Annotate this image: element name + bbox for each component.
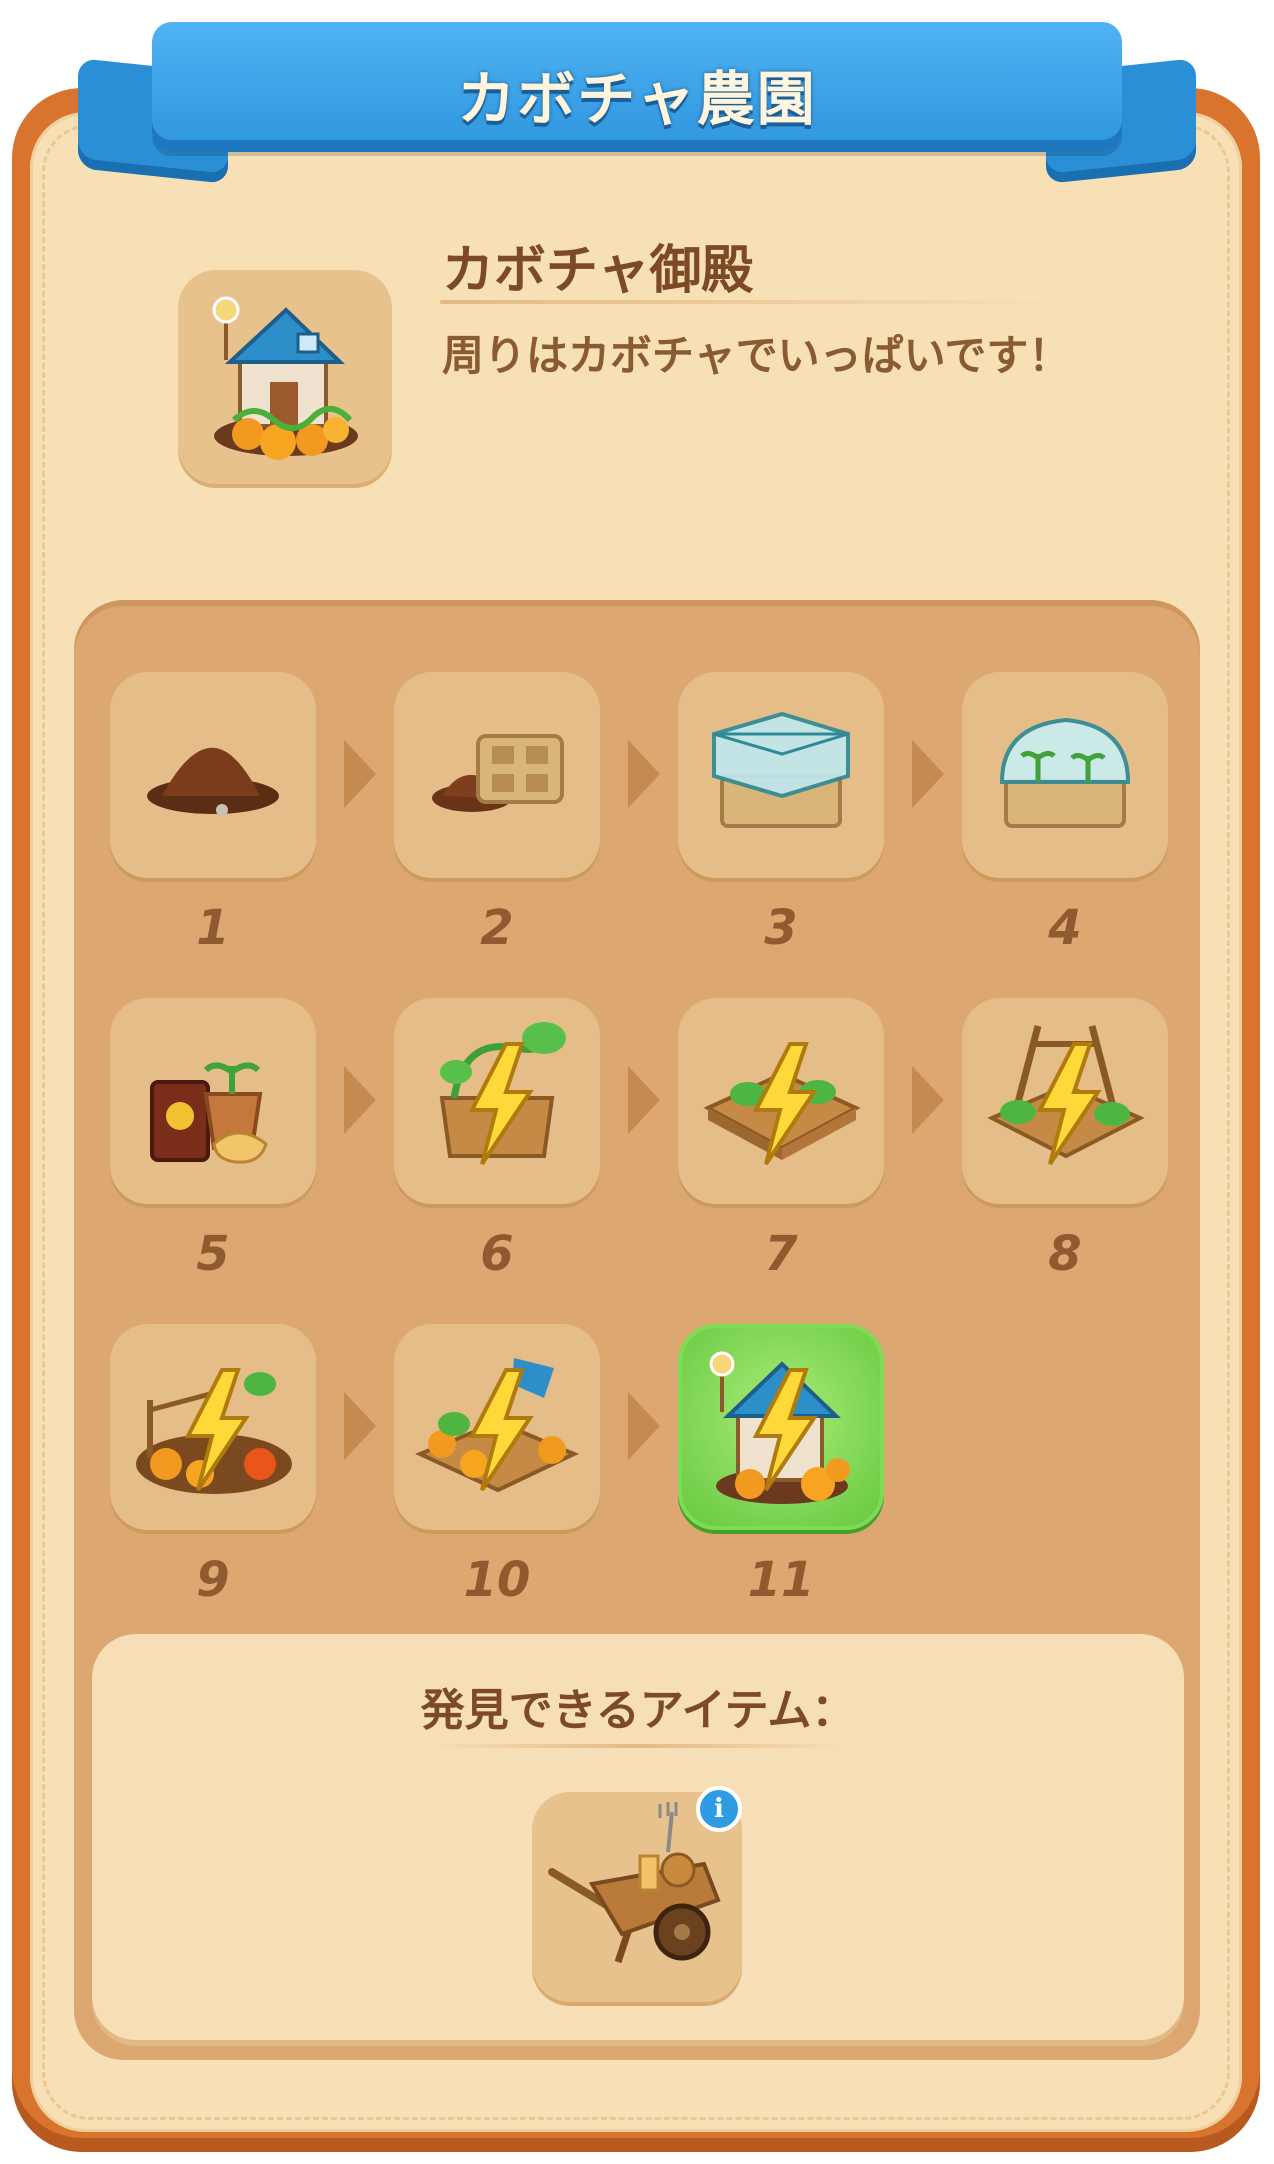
chain-step-9[interactable] xyxy=(110,1324,316,1530)
large-pumpkin-patch-icon xyxy=(414,1358,579,1493)
dirt-pile-icon xyxy=(147,747,279,816)
pumpkin-mansion-icon xyxy=(709,1351,850,1504)
chain-step-7[interactable] xyxy=(678,998,884,1204)
vine-planter-icon xyxy=(439,1022,566,1166)
info-icon[interactable]: i xyxy=(696,1786,742,1832)
chain-step-4[interactable] xyxy=(962,672,1168,878)
featured-item-description: 周りはカボチャでいっぱいです！ xyxy=(442,331,1071,380)
glass-planter-icon xyxy=(712,711,850,828)
trellis-bed-icon xyxy=(987,1025,1145,1166)
step-number: 5 xyxy=(196,1226,230,1282)
seed-bag-pot-icon xyxy=(150,1062,268,1164)
chain-arrow xyxy=(628,1392,660,1460)
pumpkin-mansion-icon xyxy=(212,296,358,460)
chain-arrow xyxy=(628,1066,660,1134)
discoverable-items-panel: 発見できるアイテム： i xyxy=(92,1634,1184,2040)
seed-tray-icon xyxy=(432,734,564,812)
chain-step-5[interactable] xyxy=(110,998,316,1204)
pumpkin-bed-icon xyxy=(703,1042,861,1166)
step-number: 4 xyxy=(1048,900,1082,956)
chain-arrow xyxy=(344,1066,376,1134)
featured-item-name: カボチャ御殿 xyxy=(442,241,754,301)
chain-step-3[interactable] xyxy=(678,672,884,878)
step-number: 10 xyxy=(463,1552,531,1608)
discoverable-divider xyxy=(432,1744,844,1748)
mini-greenhouse-icon xyxy=(999,717,1131,828)
pumpkin-patch-icon xyxy=(136,1368,292,1494)
chain-step-6[interactable] xyxy=(394,998,600,1204)
chain-step-8[interactable] xyxy=(962,998,1168,1204)
chain-arrow xyxy=(912,740,944,808)
chain-step-1[interactable] xyxy=(110,672,316,878)
step-number: 1 xyxy=(196,900,230,956)
step-number: 11 xyxy=(747,1552,815,1608)
featured-divider xyxy=(440,300,1060,304)
step-number: 7 xyxy=(764,1226,798,1282)
chain-step-10[interactable] xyxy=(394,1324,600,1530)
discoverable-items-title: 発見できるアイテム： xyxy=(420,1685,856,1736)
chain-arrow xyxy=(628,740,660,808)
chain-step-2[interactable] xyxy=(394,672,600,878)
step-number: 6 xyxy=(480,1226,514,1282)
title-ribbon: カボチャ農園 xyxy=(152,22,1122,152)
chain-arrow xyxy=(912,1066,944,1134)
chain-arrow xyxy=(344,740,376,808)
chain-arrow xyxy=(344,1392,376,1460)
step-number: 3 xyxy=(764,900,798,956)
chain-step-11-current[interactable] xyxy=(678,1324,884,1530)
step-number: 2 xyxy=(480,900,514,956)
step-number: 8 xyxy=(1048,1226,1082,1282)
step-number: 9 xyxy=(196,1552,230,1608)
dialog-title: カボチャ農園 xyxy=(457,65,817,133)
featured-item-slot[interactable] xyxy=(178,270,392,484)
